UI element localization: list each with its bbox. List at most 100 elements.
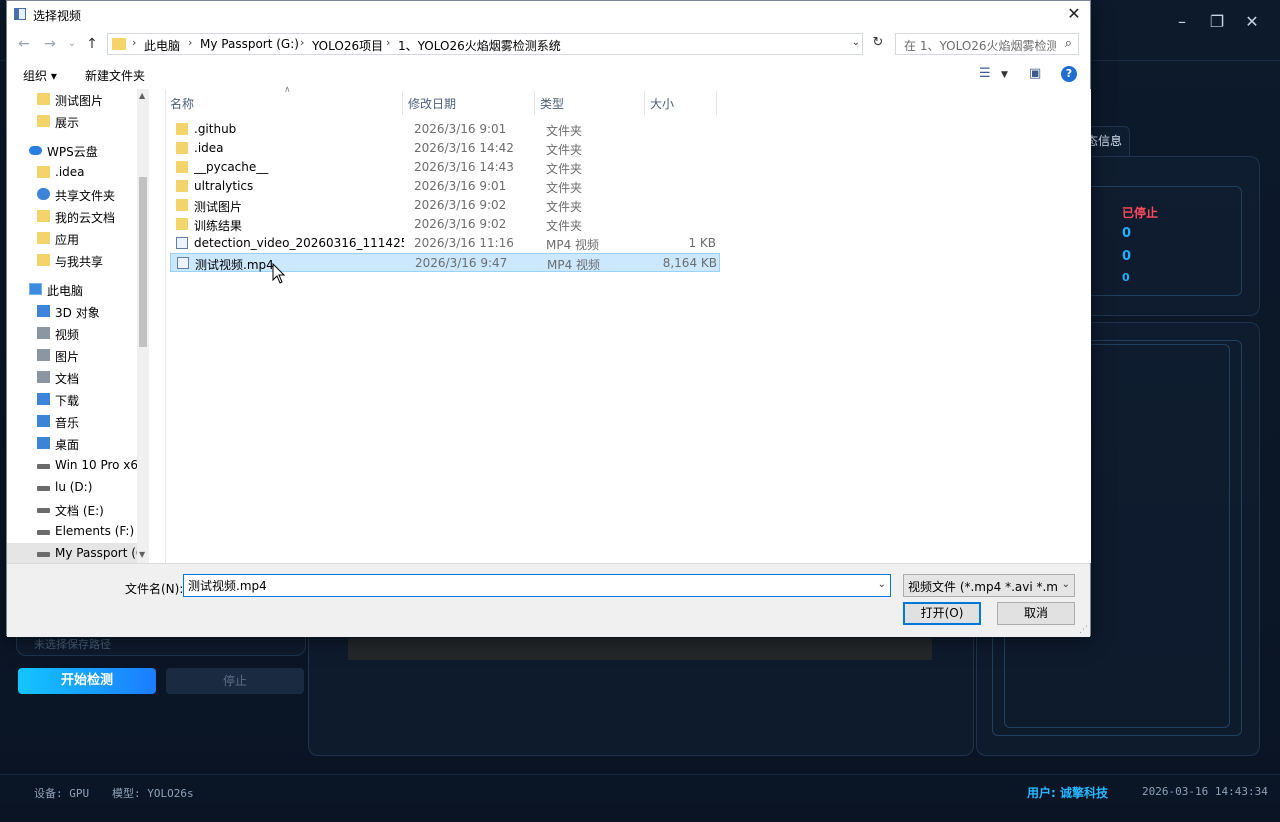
start-detection-button[interactable]: 开始检测 [18, 668, 156, 694]
file-row-pycache[interactable]: __pycache__ 2026/3/16 14:43 文件夹 [170, 158, 720, 177]
file-date: 2026/3/16 14:43 [414, 160, 514, 174]
file-name: 测试视频.mp4 [195, 258, 274, 272]
open-button[interactable]: 打开(O) [903, 602, 981, 625]
file-size: 1 KB [688, 236, 716, 250]
scroll-up-icon[interactable]: ▲ [139, 91, 145, 100]
column-divider[interactable] [402, 91, 403, 115]
breadcrumb-current-folder[interactable]: 1、YOLO26火焰烟雾检测系统 [398, 37, 561, 54]
nav-item-drive-c[interactable]: Win 10 Pro x64 [7, 455, 137, 477]
file-type-filter-select[interactable]: 视频文件 (*.mp4 *.avi *.mov * ⌄ [903, 574, 1075, 597]
nav-item-drive-e[interactable]: 文档 (E:) [7, 499, 137, 521]
address-dropdown-chevron-icon[interactable]: ⌄ [852, 37, 860, 48]
nav-item-documents[interactable]: 文档 [7, 367, 137, 389]
nav-item-this-pc[interactable]: 此电脑 [7, 279, 137, 301]
nav-item-videos[interactable]: 视频 [7, 323, 137, 345]
nav-item-desktop[interactable]: 桌面 [7, 433, 137, 455]
scroll-down-icon[interactable]: ▼ [139, 550, 145, 559]
nav-item-label: Win 10 Pro x64 [55, 458, 137, 472]
mouse-cursor-icon [272, 263, 286, 284]
nav-item-label: lu (D:) [55, 480, 93, 494]
column-divider[interactable] [644, 91, 645, 115]
recent-locations-chevron-icon[interactable]: ⌄ [63, 35, 81, 53]
dialog-close-button[interactable]: ✕ [1058, 1, 1090, 27]
share-icon [37, 188, 50, 200]
file-row-idea[interactable]: .idea 2026/3/16 14:42 文件夹 [170, 139, 720, 158]
column-header-date[interactable]: 修改日期 [408, 95, 456, 112]
up-arrow-icon[interactable]: ↑ [83, 35, 101, 53]
nav-item-drive-g[interactable]: My Passport (G:) [7, 543, 137, 563]
nav-item-my-cloud-docs[interactable]: 我的云文档 [7, 206, 137, 228]
view-dropdown-chevron-icon[interactable]: ▼ [1001, 70, 1008, 80]
nav-item-pictures[interactable]: 图片 [7, 345, 137, 367]
column-header-name[interactable]: 名称 [170, 95, 194, 112]
nav-item-downloads[interactable]: 下载 [7, 389, 137, 411]
nav-item-music[interactable]: 音乐 [7, 411, 137, 433]
count-value-3: 0 [1122, 271, 1130, 284]
file-row-test-images[interactable]: 测试图片 2026/3/16 9:02 文件夹 [170, 196, 720, 215]
column-divider[interactable] [534, 91, 535, 115]
folder-icon [176, 180, 188, 192]
organize-menu[interactable]: 组织 ▾ [23, 67, 57, 84]
file-name: .idea [194, 141, 224, 155]
search-icon: ⌕ [1064, 36, 1072, 51]
resize-grip-icon[interactable]: ⋰ [1079, 625, 1088, 635]
stop-detection-button[interactable]: 停止 [166, 668, 304, 694]
nav-item-label: 我的云文档 [55, 211, 116, 225]
search-field[interactable]: 在 1、YOLO26火焰烟雾检测... ⌕ [895, 33, 1079, 55]
nav-item-showcase[interactable]: 展示 [7, 111, 137, 133]
file-row-github[interactable]: .github 2026/3/16 9:01 文件夹 [170, 120, 720, 139]
dialog-title-bar[interactable]: 选择视频 ✕ [7, 1, 1090, 29]
file-date: 2026/3/16 11:16 [414, 236, 514, 250]
breadcrumb-drive[interactable]: My Passport (G:) [200, 37, 299, 51]
dialog-title: 选择视频 [33, 9, 82, 23]
dialog-toolbar: 组织 ▾ 新建文件夹 ☰ ▼ ▣ [7, 61, 1090, 87]
preview-pane-icon[interactable]: ▣ [1029, 66, 1041, 81]
nav-item-idea[interactable]: .idea [7, 162, 137, 184]
app-close-button[interactable]: ✕ [1242, 12, 1262, 31]
breadcrumb-this-pc[interactable]: 此电脑 [144, 37, 180, 54]
file-row-detection-video[interactable]: detection_video_20260316_111425.m... 202… [170, 234, 720, 253]
cancel-button[interactable]: 取消 [997, 602, 1075, 625]
nav-item-shared-with-me[interactable]: 与我共享 [7, 250, 137, 272]
nav-item-label: 音乐 [55, 416, 80, 430]
folder-icon [37, 93, 50, 105]
filename-input[interactable] [188, 577, 868, 594]
address-bar[interactable]: › 此电脑 › My Passport (G:) › YOLO26项目 › 1、… [107, 33, 863, 55]
video-icon [37, 327, 50, 339]
column-header-type[interactable]: 类型 [540, 95, 564, 112]
nav-item-wps-cloud[interactable]: WPS云盘 [7, 140, 137, 162]
app-minimize-button[interactable]: – [1172, 12, 1192, 31]
nav-item-3d-objects[interactable]: 3D 对象 [7, 301, 137, 323]
file-row-ultralytics[interactable]: ultralytics 2026/3/16 9:01 文件夹 [170, 177, 720, 196]
app-statusbar: 设备: GPU 模型: YOLO26s 用户: 诚擎科技 2026-03-16 … [0, 774, 1280, 804]
file-row-training-results[interactable]: 训练结果 2026/3/16 9:02 文件夹 [170, 215, 720, 234]
nav-item-label: 展示 [55, 116, 80, 130]
file-row-test-video[interactable]: 测试视频.mp4 2026/3/16 9:47 MP4 视频 8,164 KB [170, 253, 720, 272]
file-name: 训练结果 [194, 219, 243, 233]
view-options-icon[interactable]: ☰ [979, 66, 991, 81]
navigation-row: ← → ⌄ ↑ › 此电脑 › My Passport (G:) › YOLO2… [7, 31, 1090, 57]
nav-pane-scrollbar-thumb[interactable] [139, 177, 147, 347]
column-header-size[interactable]: 大小 [650, 95, 674, 112]
back-arrow-icon[interactable]: ← [15, 35, 33, 53]
file-name: detection_video_20260316_111425.m... [194, 236, 404, 250]
nav-item-apps[interactable]: 应用 [7, 228, 137, 250]
drive-icon [37, 486, 50, 491]
document-icon [37, 371, 50, 383]
breadcrumb-project[interactable]: YOLO26项目 [312, 37, 383, 54]
new-folder-button[interactable]: 新建文件夹 [85, 67, 145, 84]
refresh-icon[interactable]: ↻ [867, 35, 889, 55]
app-maximize-button[interactable]: ❐ [1207, 12, 1227, 31]
nav-item-drive-f[interactable]: Elements (F:) [7, 521, 137, 543]
dialog-footer: 文件名(N): ⌄ 视频文件 (*.mp4 *.avi *.mov * ⌄ 打开… [7, 563, 1090, 637]
filename-field[interactable]: ⌄ [183, 574, 891, 597]
count-value-2: 0 [1122, 249, 1132, 264]
forward-arrow-icon[interactable]: → [41, 35, 59, 53]
crumb-separator: › [556, 36, 561, 49]
nav-item-test-images[interactable]: 测试图片 [7, 89, 137, 111]
help-icon[interactable]: ? [1061, 66, 1077, 82]
nav-item-shared-folder[interactable]: 共享文件夹 [7, 184, 137, 206]
nav-item-drive-d[interactable]: lu (D:) [7, 477, 137, 499]
filename-dropdown-chevron-icon[interactable]: ⌄ [878, 579, 886, 590]
column-divider[interactable] [716, 91, 717, 115]
